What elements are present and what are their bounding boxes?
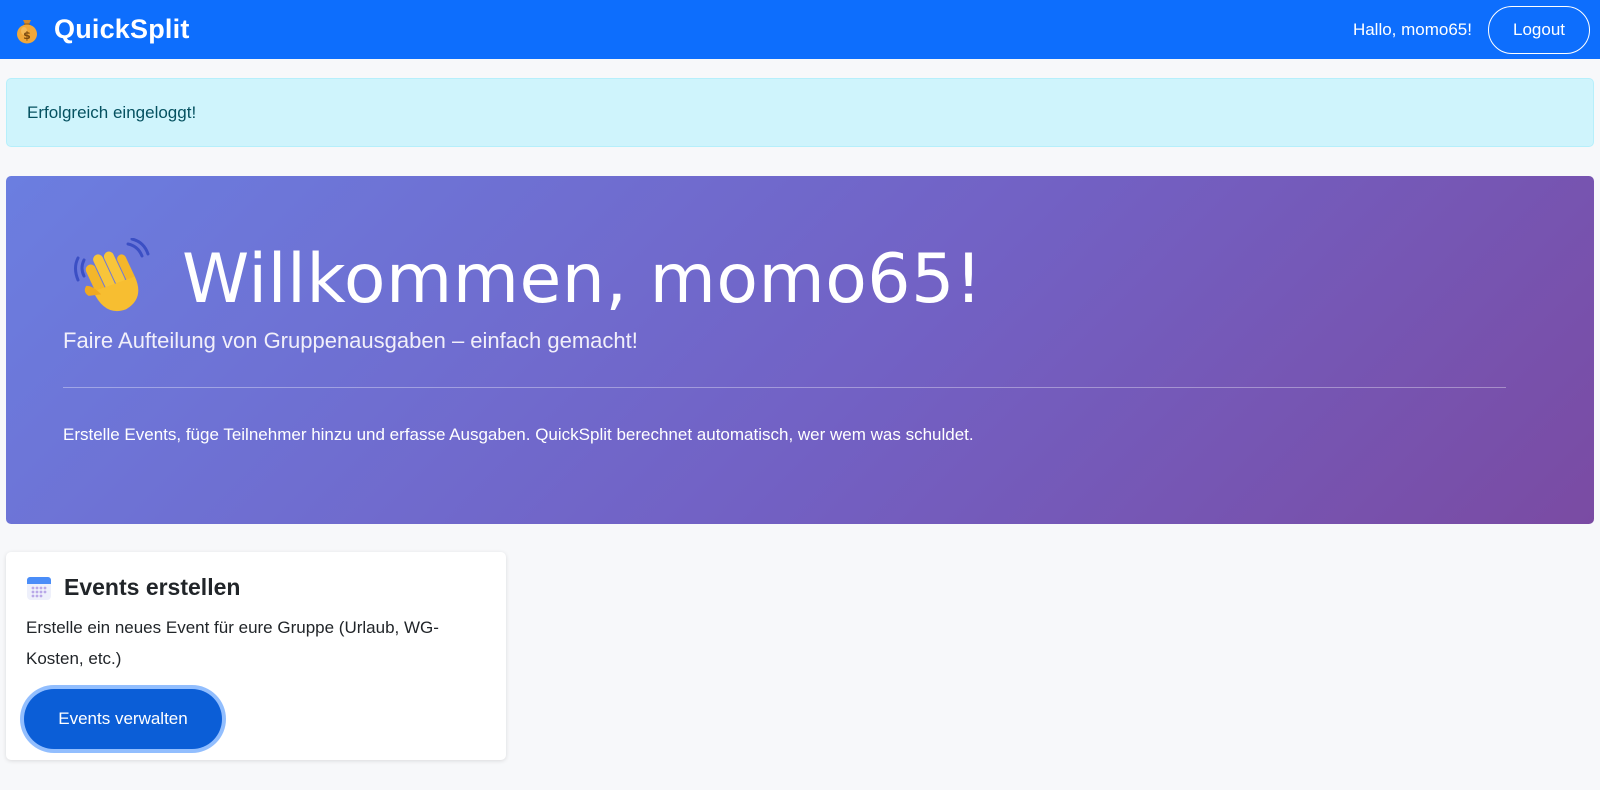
nav-user-area: Hallo, momo65! Logout [1352, 5, 1590, 54]
calendar-icon [26, 575, 52, 601]
user-greeting: Hallo, momo65! [1352, 19, 1472, 39]
svg-text:$: $ [23, 29, 31, 42]
hero-divider [63, 387, 1506, 388]
hero-title: Willkommen, momo65! [182, 239, 983, 319]
money-bag-icon: $ [12, 15, 42, 45]
hero-title-row: Willkommen, momo65! [72, 237, 983, 320]
manage-events-button[interactable]: Events verwalten [24, 689, 222, 749]
waving-hand-icon [72, 237, 154, 320]
events-card: Events erstellen Erstelle ein neues Even… [6, 552, 506, 760]
brand-name: QuickSplit [54, 14, 190, 44]
alert-message: Erfolgreich eingeloggt! [27, 102, 197, 122]
login-success-alert: Erfolgreich eingeloggt! [6, 78, 1594, 147]
navbar: $ QuickSplit Hallo, momo65! Logout [0, 0, 1600, 59]
hero-description: Erstelle Events, füge Teilnehmer hinzu u… [63, 425, 974, 444]
brand-link[interactable]: $ QuickSplit [12, 14, 190, 45]
welcome-hero: Willkommen, momo65! Faire Aufteilung von… [6, 176, 1594, 524]
logout-button[interactable]: Logout [1488, 5, 1590, 54]
card-text: Erstelle ein neues Event für eure Gruppe… [26, 618, 439, 668]
hero-lead: Faire Aufteilung von Gruppenausgaben – e… [63, 328, 638, 353]
card-title-row: Events erstellen [26, 574, 486, 601]
card-title: Events erstellen [64, 574, 241, 600]
